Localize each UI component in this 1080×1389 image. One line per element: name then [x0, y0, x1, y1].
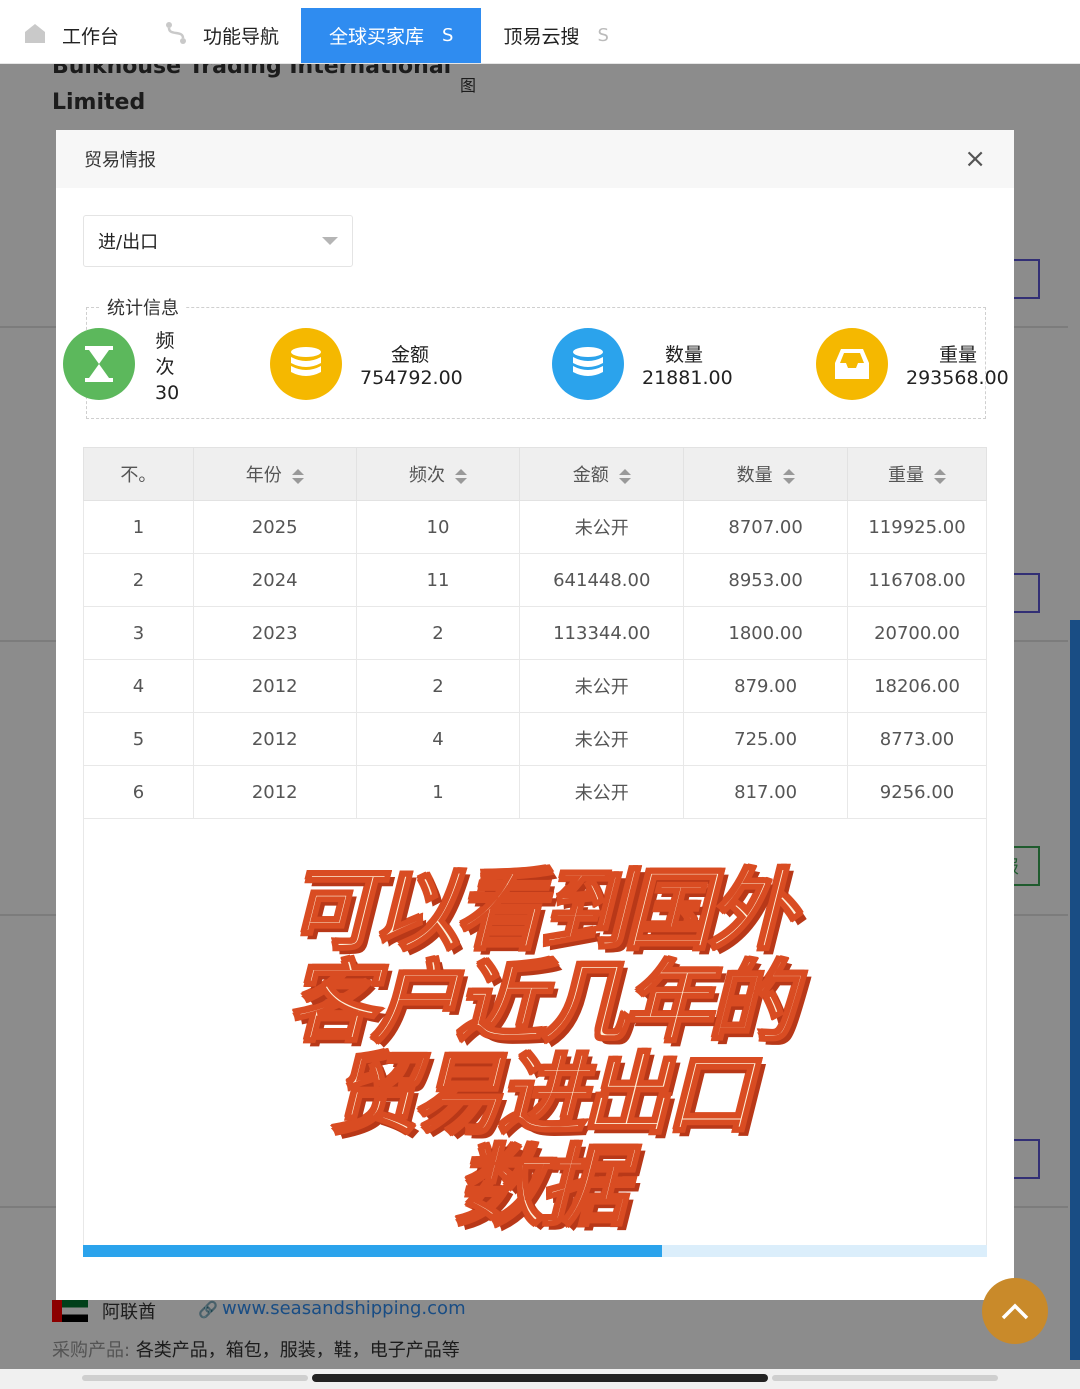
cell-amount: 641448.00 — [519, 553, 685, 607]
table-row: 4 2012 2 未公开 879.00 18206.00 — [83, 659, 987, 713]
cell-no: 4 — [83, 659, 194, 713]
cell-weight: 8773.00 — [847, 712, 987, 766]
chevron-up-icon — [1001, 1303, 1029, 1320]
nav-indicator — [772, 1375, 998, 1381]
table-row: 3 2023 2 113344.00 1800.00 20700.00 — [83, 606, 987, 660]
cell-quantity: 8707.00 — [683, 500, 849, 554]
stats-legend: 统计信息 — [101, 294, 185, 320]
caption-line: 贸易进出口 — [328, 1043, 755, 1146]
stat-quantity-label: 数量 — [664, 344, 703, 366]
tab-label: 全球买家库 — [329, 26, 425, 48]
database-icon — [270, 328, 342, 400]
stat-quantity-value: 21881.00 — [642, 367, 733, 389]
cell-amount: 未公开 — [519, 765, 685, 819]
sort-icon[interactable] — [291, 468, 304, 484]
modal-title: 贸易情报 — [84, 150, 156, 171]
cell-frequency: 11 — [355, 553, 521, 607]
cell-year: 2012 — [192, 659, 357, 713]
column-header-year[interactable]: 年份 — [192, 447, 357, 501]
cell-quantity: 817.00 — [683, 765, 849, 819]
promo-caption: 可以看到国外 客户近几年的 贸易进出口 数据 — [0, 859, 1080, 1238]
stat-weight-value: 293568.00 — [906, 367, 1009, 389]
select-value: 进/出口 — [98, 232, 159, 253]
cell-frequency: 1 — [355, 765, 521, 819]
stat-frequency-label: 频次 — [155, 330, 175, 378]
stat-weight-label: 重量 — [938, 344, 977, 366]
database-icon — [552, 328, 624, 400]
tab-workbench[interactable]: 工作台 — [0, 8, 141, 63]
sort-icon[interactable] — [618, 468, 631, 484]
import-export-select[interactable]: 进/出口 — [83, 215, 353, 267]
cell-quantity: 879.00 — [683, 659, 849, 713]
cell-frequency: 10 — [355, 500, 521, 554]
cell-amount: 未公开 — [519, 659, 685, 713]
cell-weight: 9256.00 — [847, 765, 987, 819]
cell-year: 2023 — [192, 606, 357, 660]
cell-year: 2025 — [192, 500, 357, 554]
tab-global-buyers[interactable]: 全球买家库 S — [301, 8, 482, 63]
column-header-frequency[interactable]: 频次 — [355, 447, 521, 501]
cell-frequency: 2 — [355, 659, 521, 713]
cell-weight: 20700.00 — [847, 606, 987, 660]
table-row: 1 2025 10 未公开 8707.00 119925.00 — [83, 500, 987, 554]
caption-line: 数据 — [454, 1135, 629, 1238]
cell-no: 2 — [83, 553, 194, 607]
tab-dingyi-search[interactable]: 顶易云搜 S — [481, 8, 630, 63]
table-header-row: 不。 年份 频次 金额 数量 重量 — [83, 447, 987, 501]
caption-line: 客户近几年的 — [286, 951, 797, 1054]
cell-no: 5 — [83, 712, 194, 766]
cell-quantity: 8953.00 — [683, 553, 849, 607]
cell-weight: 119925.00 — [847, 500, 987, 554]
scrollbar-thumb[interactable] — [83, 1245, 662, 1257]
tab-close-button[interactable]: S — [442, 25, 453, 46]
table-horizontal-scrollbar[interactable] — [83, 1245, 987, 1257]
cell-no: 6 — [83, 765, 194, 819]
cell-no: 1 — [83, 500, 194, 554]
chevron-down-icon — [322, 237, 338, 245]
cell-year: 2012 — [192, 712, 357, 766]
tab-label: 工作台 — [62, 26, 120, 48]
column-header-amount[interactable]: 金额 — [519, 447, 685, 501]
inbox-icon — [816, 328, 888, 400]
stat-frequency-value: 30 — [155, 382, 180, 404]
column-header-no: 不。 — [83, 447, 194, 501]
cell-weight: 18206.00 — [847, 659, 987, 713]
tab-close-button[interactable]: S — [598, 25, 609, 46]
column-header-weight[interactable]: 重量 — [847, 447, 987, 501]
sort-icon[interactable] — [934, 468, 947, 484]
home-indicator[interactable] — [312, 1374, 768, 1382]
sort-icon[interactable] — [454, 468, 467, 484]
nav-indicator — [82, 1375, 308, 1381]
cell-amount: 未公开 — [519, 712, 685, 766]
route-icon — [163, 20, 189, 51]
tab-label: 功能导航 — [203, 26, 280, 48]
cell-weight: 116708.00 — [847, 553, 987, 607]
hourglass-icon — [63, 328, 135, 400]
back-to-top-button[interactable] — [982, 1278, 1048, 1344]
trade-table: 不。 年份 频次 金额 数量 重量 1 2025 10 未公开 8707.00 … — [83, 447, 987, 819]
cell-year: 2012 — [192, 765, 357, 819]
cell-frequency: 2 — [355, 606, 521, 660]
cell-amount: 113344.00 — [519, 606, 685, 660]
sort-icon[interactable] — [782, 468, 795, 484]
cell-amount: 未公开 — [519, 500, 685, 554]
tab-label: 顶易云搜 — [503, 26, 580, 48]
modal-header: 贸易情报 × — [56, 130, 1014, 188]
table-row: 2 2024 11 641448.00 8953.00 116708.00 — [83, 553, 987, 607]
cell-quantity: 1800.00 — [683, 606, 849, 660]
stat-amount-label: 金额 — [390, 344, 429, 366]
home-icon — [22, 20, 48, 51]
cell-quantity: 725.00 — [683, 712, 849, 766]
column-header-quantity[interactable]: 数量 — [683, 447, 849, 501]
table-row: 5 2012 4 未公开 725.00 8773.00 — [83, 712, 987, 766]
table-row: 6 2012 1 未公开 817.00 9256.00 — [83, 765, 987, 819]
cell-year: 2024 — [192, 553, 357, 607]
close-icon[interactable]: × — [964, 144, 986, 174]
tab-bar: 工作台 功能导航 全球买家库 S 顶易云搜 S — [0, 8, 1080, 64]
tab-navigation[interactable]: 功能导航 — [141, 8, 301, 63]
cell-frequency: 4 — [355, 712, 521, 766]
stat-amount-value: 754792.00 — [360, 367, 463, 389]
caption-line: 可以看到国外 — [286, 859, 797, 962]
cell-no: 3 — [83, 606, 194, 660]
